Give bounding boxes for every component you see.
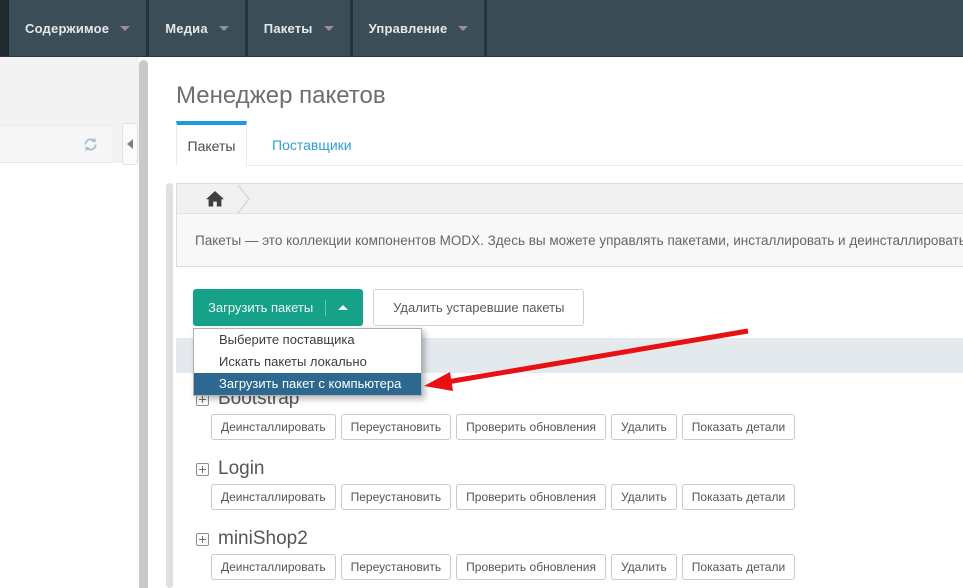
show-details-button[interactable]: Показать детали — [682, 554, 795, 580]
packages-description: Пакеты — это коллекции компонентов MODX.… — [177, 214, 963, 266]
show-details-button[interactable]: Показать детали — [682, 414, 795, 440]
sidebar-collapse-handle[interactable] — [122, 123, 138, 165]
chevron-down-icon — [120, 26, 130, 31]
grid-toolbar: Загрузить пакеты Удалить устаревшие паке… — [193, 289, 963, 326]
uninstall-button[interactable]: Деинсталлировать — [211, 484, 336, 510]
package-actions: Деинсталлировать Переустановить Проверит… — [211, 554, 963, 580]
remove-button[interactable]: Удалить — [611, 484, 677, 510]
package-actions: Деинсталлировать Переустановить Проверит… — [211, 484, 963, 510]
panel-splitter[interactable] — [139, 60, 148, 588]
menu-item-search-locally[interactable]: Искать пакеты локально — [194, 351, 421, 373]
nav-item-label: Медиа — [165, 21, 208, 36]
nav-item-content[interactable]: Содержимое — [9, 0, 149, 56]
package-row: miniShop2 Деинсталлировать Переустановит… — [176, 527, 963, 580]
breadcrumb-separator-icon — [237, 184, 251, 214]
chevron-down-icon — [458, 26, 468, 31]
packages-panel: Пакеты — это коллекции компонентов MODX.… — [176, 183, 963, 267]
package-row: Login Деинсталлировать Переустановить Пр… — [176, 457, 963, 510]
nav-item-media[interactable]: Медиа — [149, 0, 248, 56]
chevron-down-icon — [219, 26, 229, 31]
menu-item-upload-from-computer[interactable]: Загрузить пакет с компьютера — [194, 373, 421, 395]
menu-item-select-provider[interactable]: Выберите поставщика — [194, 329, 421, 351]
reinstall-button[interactable]: Переустановить — [341, 414, 452, 440]
sidebar-top-area — [0, 57, 139, 125]
package-actions: Деинсталлировать Переустановить Проверит… — [211, 414, 963, 440]
show-details-button[interactable]: Показать детали — [682, 484, 795, 510]
remove-button[interactable]: Удалить — [611, 414, 677, 440]
package-name[interactable]: Login — [218, 458, 265, 480]
uninstall-button[interactable]: Деинсталлировать — [211, 414, 336, 440]
reinstall-button[interactable]: Переустановить — [341, 554, 452, 580]
tab-packages[interactable]: Пакеты — [176, 121, 247, 166]
download-packages-label: Загрузить пакеты — [208, 300, 313, 315]
nav-item-label: Управление — [369, 21, 448, 36]
expand-row-icon[interactable] — [196, 533, 209, 546]
download-packages-button[interactable]: Загрузить пакеты — [193, 289, 363, 326]
breadcrumb — [177, 184, 963, 214]
top-nav: Содержимое Медиа Пакеты Управление — [0, 0, 963, 57]
tab-bar: Пакеты Поставщики — [176, 121, 963, 166]
tab-providers[interactable]: Поставщики — [247, 121, 377, 165]
chevron-up-icon — [338, 305, 348, 310]
chevron-down-icon — [324, 26, 334, 31]
content-scrollbar[interactable] — [166, 183, 173, 588]
package-name[interactable]: miniShop2 — [218, 528, 308, 550]
remove-button[interactable]: Удалить — [611, 554, 677, 580]
button-separator — [325, 300, 326, 316]
refresh-icon[interactable] — [82, 136, 99, 153]
expand-row-icon[interactable] — [196, 463, 209, 476]
reinstall-button[interactable]: Переустановить — [341, 484, 452, 510]
page-title: Менеджер пакетов — [176, 81, 963, 111]
check-updates-button[interactable]: Проверить обновления — [456, 484, 606, 510]
check-updates-button[interactable]: Проверить обновления — [456, 414, 606, 440]
tree-panel-header — [0, 125, 112, 163]
app-body: Менеджер пакетов Пакеты Поставщики Пакет… — [0, 57, 963, 588]
remove-outdated-button[interactable]: Удалить устаревшие пакеты — [373, 289, 584, 326]
nav-item-label: Пакеты — [264, 21, 313, 36]
chevron-left-icon — [127, 139, 133, 149]
nav-item-label: Содержимое — [25, 21, 109, 36]
left-sidebar — [0, 57, 139, 588]
download-packages-menu: Выберите поставщика Искать пакеты локаль… — [193, 328, 422, 396]
resource-tree-body — [0, 163, 139, 588]
nav-item-packages[interactable]: Пакеты — [248, 0, 353, 56]
nav-item-management[interactable]: Управление — [353, 0, 488, 56]
check-updates-button[interactable]: Проверить обновления — [456, 554, 606, 580]
home-icon[interactable] — [206, 191, 224, 207]
main-content: Менеджер пакетов Пакеты Поставщики Пакет… — [148, 57, 963, 588]
uninstall-button[interactable]: Деинсталлировать — [211, 554, 336, 580]
tree-panel-header-row — [0, 125, 139, 163]
